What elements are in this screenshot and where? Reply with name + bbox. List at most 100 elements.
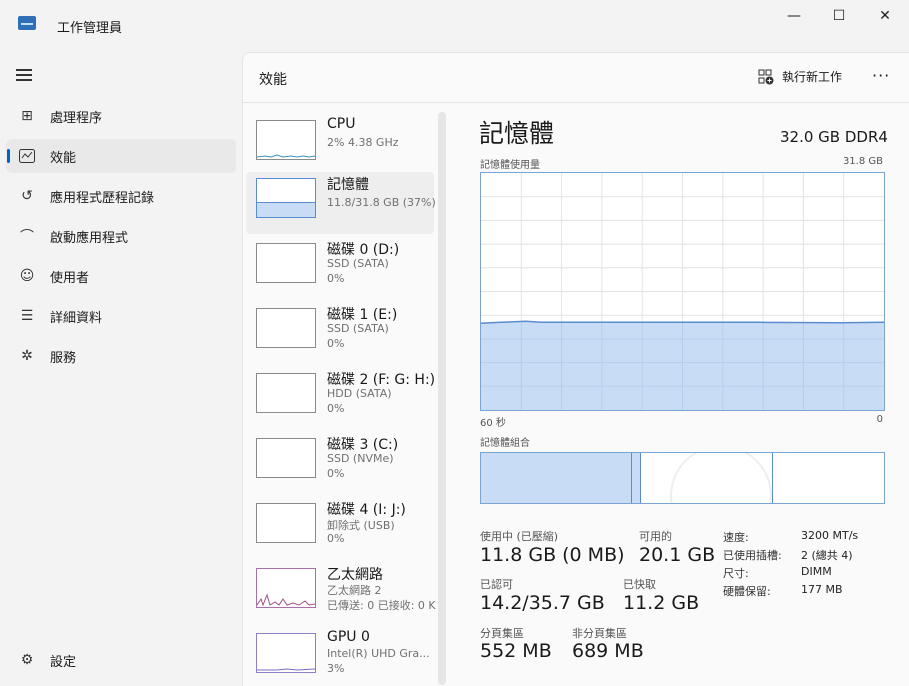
sidebar-item-label: 設定 xyxy=(50,654,77,670)
memory-composition-bar xyxy=(480,452,885,504)
speed-value: 3200 MT/s xyxy=(801,529,859,542)
more-options-button[interactable]: ··· xyxy=(872,66,890,85)
sidebar-item-label: 效能 xyxy=(50,150,77,166)
slots-label: 已使用插槽: xyxy=(723,549,782,562)
memory-thumbnail xyxy=(256,178,316,218)
list-item-memory[interactable]: 記憶體 11.8/31.8 GB (37%) xyxy=(246,172,436,234)
list-item-disk-0[interactable]: 磁碟 0 (D:) SSD (SATA) 0% xyxy=(246,237,434,299)
list-item-detail: 乙太網路 2 xyxy=(327,584,382,597)
graph-axis-right: 0 xyxy=(876,414,883,425)
list-item-detail: 11.8/31.8 GB (37%) xyxy=(327,196,436,209)
maximize-button[interactable]: ☐ xyxy=(816,0,862,32)
committed-value: 14.2/35.7 GB xyxy=(480,592,605,614)
list-item-usage: 已傳送: 0 已接收: 0 K xyxy=(327,599,436,612)
composition-in-use xyxy=(481,453,632,503)
list-item-detail: SSD (SATA) xyxy=(327,322,389,335)
list-item-name: CPU xyxy=(327,116,356,132)
task-manager-app-icon xyxy=(18,16,36,30)
form-factor-value: DIMM xyxy=(801,565,832,578)
list-item-usage: 0% xyxy=(327,337,345,350)
list-item-name: 磁碟 3 (C:) xyxy=(327,437,399,453)
nonpaged-pool-value: 689 MB xyxy=(572,640,644,662)
run-task-icon xyxy=(758,69,774,85)
gpu-thumbnail xyxy=(256,633,316,673)
sidebar-item-label: 處理程序 xyxy=(50,110,103,126)
sidebar-item-label: 使用者 xyxy=(50,270,90,286)
list-item-detail: Intel(R) UHD Gra... xyxy=(327,647,430,660)
app-title: 工作管理員 xyxy=(57,21,123,36)
disk-thumbnail xyxy=(256,243,316,283)
sidebar-item-label: 詳細資料 xyxy=(50,310,103,326)
cached-value: 11.2 GB xyxy=(623,592,700,614)
performance-device-list: CPU 2% 4.38 GHz 記憶體 11.8/31.8 GB (37%) 磁… xyxy=(244,108,436,685)
speed-label: 速度: xyxy=(723,531,749,544)
list-item-usage: 3% xyxy=(327,662,345,675)
sidebar-item-label: 應用程式歷程記錄 xyxy=(50,190,155,206)
list-item-ethernet[interactable]: 乙太網路 乙太網路 2 已傳送: 0 已接收: 0 K xyxy=(246,562,436,624)
list-item-usage: 0% xyxy=(327,402,345,415)
title-bar: 工作管理員 — ☐ ✕ xyxy=(0,0,909,52)
sidebar-item-label: 服務 xyxy=(50,350,77,366)
memory-usage-chart xyxy=(481,173,884,410)
list-item-name: 磁碟 1 (E:) xyxy=(327,307,398,323)
sidebar-item-users[interactable]: ☺ 使用者 xyxy=(6,259,236,293)
sidebar-item-app-history[interactable]: ↺ 應用程式歷程記錄 xyxy=(6,179,236,213)
list-item-disk-2[interactable]: 磁碟 2 (F: G: H:) HDD (SATA) 0% xyxy=(246,367,436,429)
users-icon: ☺ xyxy=(19,268,35,284)
list-item-name: 記憶體 xyxy=(327,177,369,193)
list-item-disk-1[interactable]: 磁碟 1 (E:) SSD (SATA) 0% xyxy=(246,302,434,364)
list-item-disk-4[interactable]: 磁碟 4 (I: J:) 卸除式 (USB) 0% xyxy=(246,497,434,559)
cpu-thumbnail xyxy=(256,120,316,160)
list-item-name: 磁碟 0 (D:) xyxy=(327,242,400,258)
memory-usage-max: 31.8 GB xyxy=(842,156,883,167)
list-scrollbar[interactable] xyxy=(438,112,446,685)
services-icon: ✲ xyxy=(21,348,33,364)
list-item-detail: SSD (NVMe) xyxy=(327,452,394,465)
watermark-graphic xyxy=(670,453,772,503)
sidebar-item-details[interactable]: ☰ 詳細資料 xyxy=(6,299,236,333)
list-item-detail: SSD (SATA) xyxy=(327,257,389,270)
composition-modified xyxy=(632,453,641,503)
sidebar-item-services[interactable]: ✲ 服務 xyxy=(6,339,236,373)
in-use-value: 11.8 GB (0 MB) xyxy=(480,544,625,566)
run-new-task-label: 執行新工作 xyxy=(782,70,843,84)
list-item-detail: 卸除式 (USB) xyxy=(327,519,395,532)
page-title: 效能 xyxy=(259,72,287,88)
close-button[interactable]: ✕ xyxy=(862,0,908,32)
memory-usage-graph xyxy=(480,172,885,411)
list-item-name: 乙太網路 xyxy=(327,567,383,583)
nonpaged-pool-label: 非分頁集區 xyxy=(572,627,627,640)
form-factor-label: 尺寸: xyxy=(723,567,749,580)
list-item-detail: HDD (SATA) xyxy=(327,387,392,400)
list-item-gpu-0[interactable]: GPU 0 Intel(R) UHD Gra... 3% xyxy=(246,627,434,685)
list-item-name: 磁碟 4 (I: J:) xyxy=(327,502,406,518)
disk-thumbnail xyxy=(256,503,316,543)
committed-label: 已認可 xyxy=(480,578,513,591)
sidebar-item-performance[interactable]: 效能 xyxy=(6,139,236,173)
memory-spec: 32.0 GB DDR4 xyxy=(780,128,888,146)
run-new-task-button[interactable]: 執行新工作 xyxy=(758,68,842,85)
performance-icon xyxy=(18,147,36,165)
hamburger-icon[interactable] xyxy=(16,68,34,82)
sidebar-item-settings[interactable]: ⚙ 設定 xyxy=(6,643,236,677)
sidebar-item-startup-apps[interactable]: ⌒ 啟動應用程式 xyxy=(6,219,236,253)
ethernet-thumbnail xyxy=(256,568,316,608)
paged-pool-value: 552 MB xyxy=(480,640,552,662)
memory-title: 記憶體 xyxy=(479,119,555,148)
available-value: 20.1 GB xyxy=(639,544,716,566)
memory-usage-line xyxy=(481,320,884,325)
settings-icon: ⚙ xyxy=(20,652,34,668)
list-item-cpu[interactable]: CPU 2% 4.38 GHz xyxy=(246,114,434,176)
sidebar-item-processes[interactable]: ⊞ 處理程序 xyxy=(6,99,236,133)
list-item-disk-3[interactable]: 磁碟 3 (C:) SSD (NVMe) 0% xyxy=(246,432,434,494)
hardware-reserved-label: 硬體保留: xyxy=(723,585,771,598)
list-item-name: 磁碟 2 (F: G: H:) xyxy=(327,372,436,388)
memory-usage-label: 記憶體使用量 xyxy=(480,160,540,171)
history-icon: ↺ xyxy=(21,188,33,204)
list-item-detail: 2% 4.38 GHz xyxy=(327,136,399,149)
active-indicator xyxy=(7,149,10,163)
list-item-usage: 0% xyxy=(327,272,345,285)
minimize-button[interactable]: — xyxy=(771,0,817,32)
sidebar-item-label: 啟動應用程式 xyxy=(50,230,129,246)
graph-axis-left: 60 秒 xyxy=(480,418,506,429)
